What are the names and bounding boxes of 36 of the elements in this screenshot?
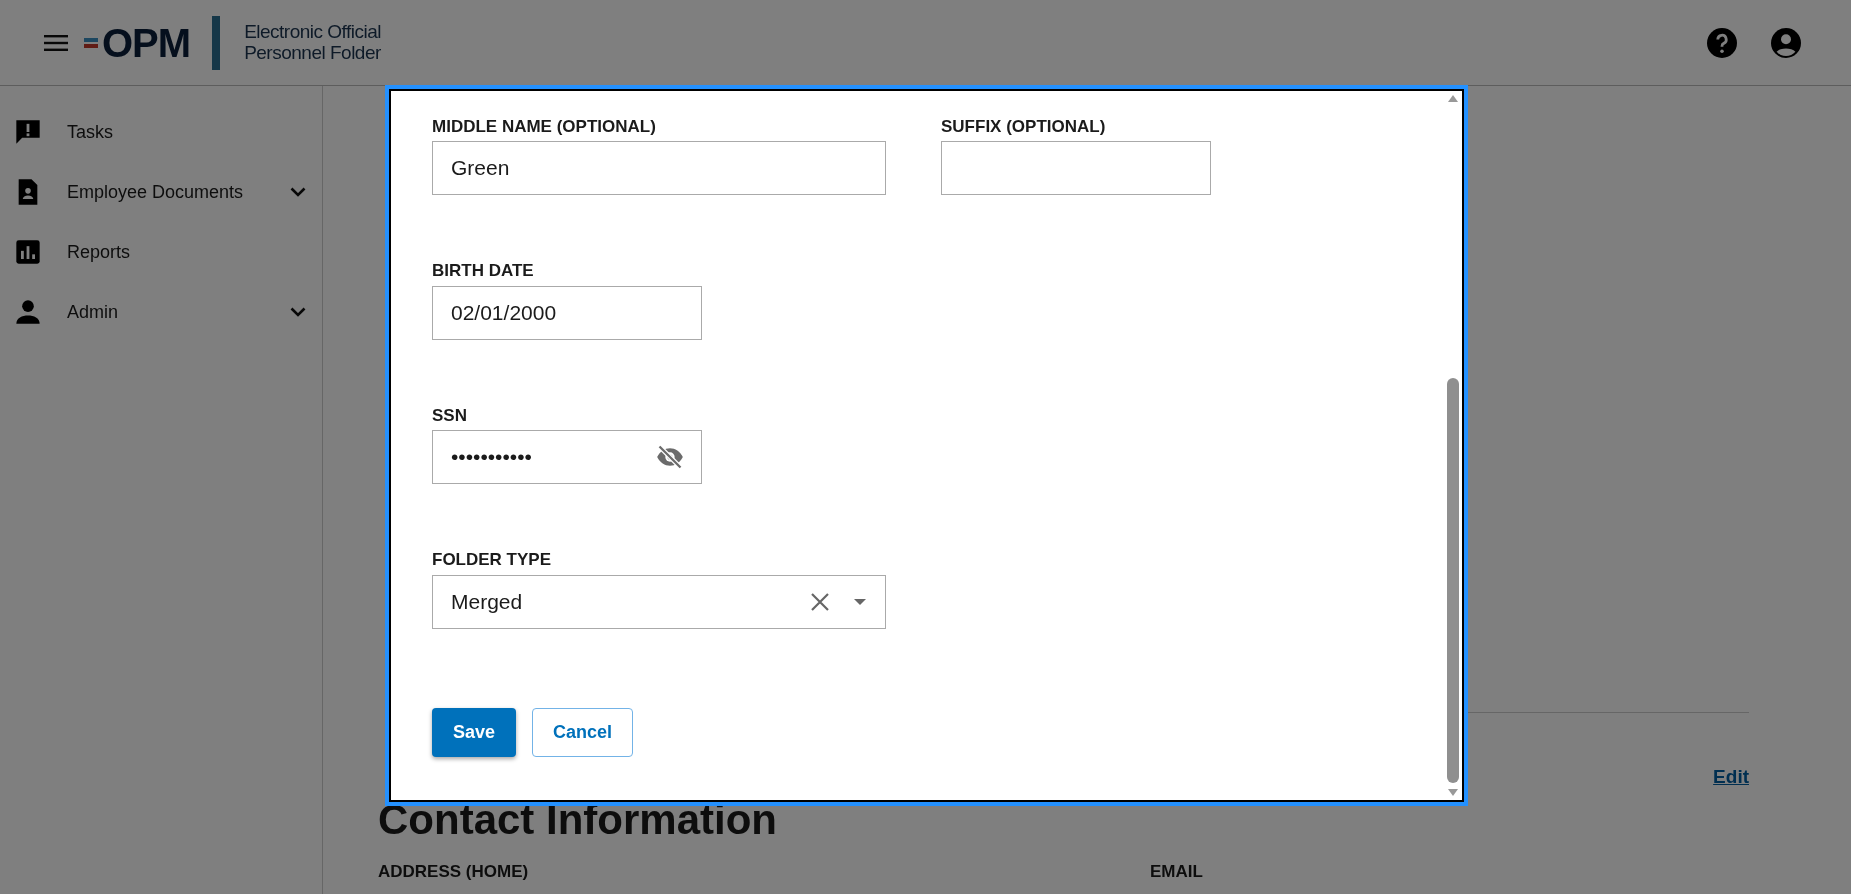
edit-link[interactable]: Edit bbox=[1713, 762, 1749, 792]
input-field[interactable]: 02/01/2000 bbox=[432, 285, 702, 340]
help-icon[interactable] bbox=[1707, 27, 1737, 58]
scroll-up-icon[interactable] bbox=[1448, 95, 1458, 102]
field-label: SUFFIX (OPTIONAL) bbox=[941, 117, 1107, 138]
scroll-down-icon[interactable] bbox=[1448, 789, 1458, 796]
caret-down-icon[interactable] bbox=[854, 598, 866, 605]
app-title: Electronic Official Personnel Folder bbox=[244, 21, 382, 64]
input-field[interactable] bbox=[941, 141, 1211, 196]
eye-off-icon[interactable] bbox=[656, 443, 684, 472]
menu-icon[interactable] bbox=[44, 34, 68, 51]
password-field[interactable]: ••••••••••• bbox=[432, 430, 702, 485]
field-label: BIRTH DATE bbox=[432, 261, 535, 282]
field-label: ADDRESS (HOME) bbox=[378, 861, 530, 883]
person-icon bbox=[14, 298, 42, 326]
sidebar-item[interactable]: Reports bbox=[0, 222, 322, 282]
sidebar-item[interactable]: Employee Documents bbox=[0, 162, 322, 222]
field-label: SSN bbox=[432, 405, 468, 427]
field-label: FOLDER TYPE bbox=[432, 550, 552, 571]
save-button[interactable]: Save bbox=[432, 707, 517, 757]
logo-text: OPM bbox=[102, 22, 191, 63]
sidebar-item[interactable]: Tasks bbox=[0, 102, 322, 162]
chevron-down-icon[interactable] bbox=[290, 187, 306, 197]
sidebar-item[interactable]: Admin bbox=[0, 282, 322, 342]
section-heading: Contact Information bbox=[378, 799, 777, 841]
field-label: EMAIL bbox=[1150, 861, 1203, 883]
alert-icon bbox=[14, 118, 42, 146]
clear-icon[interactable] bbox=[810, 591, 830, 612]
chevron-down-icon[interactable] bbox=[290, 307, 306, 317]
account-icon[interactable] bbox=[1771, 27, 1801, 58]
field-label: MIDDLE NAME (OPTIONAL) bbox=[432, 117, 657, 138]
stripes-icon bbox=[84, 37, 98, 48]
input-field[interactable]: Green bbox=[432, 141, 886, 196]
select-field[interactable]: Merged bbox=[432, 574, 886, 629]
bar-chart-icon bbox=[14, 238, 42, 266]
cancel-button[interactable]: Cancel bbox=[532, 707, 634, 757]
